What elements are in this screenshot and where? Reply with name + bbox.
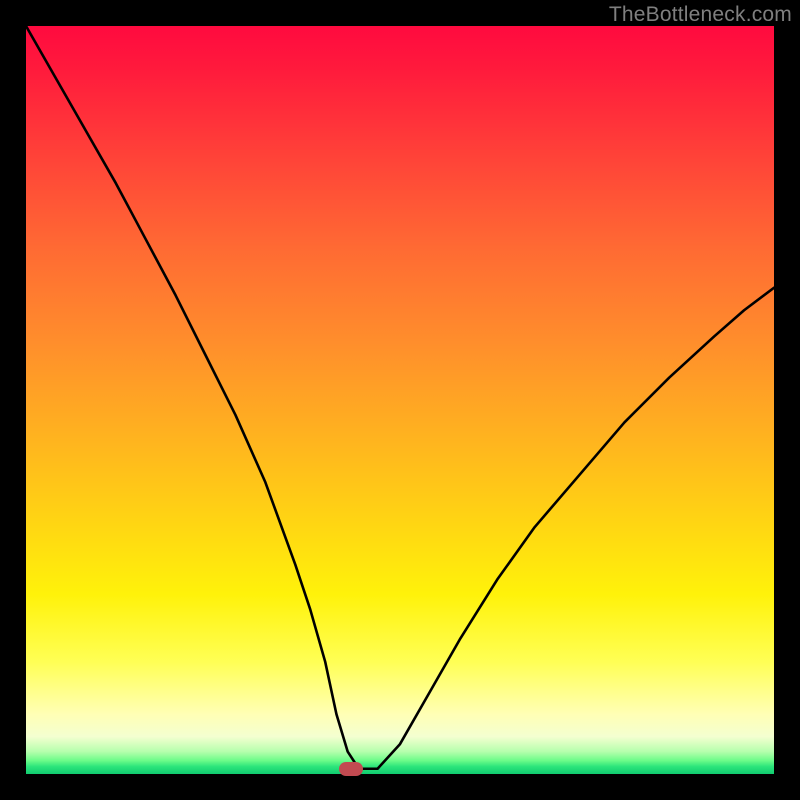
watermark-text: TheBottleneck.com [609,3,792,27]
plot-area [26,26,774,774]
chart-frame: TheBottleneck.com [0,0,800,800]
minimum-marker [339,762,363,776]
